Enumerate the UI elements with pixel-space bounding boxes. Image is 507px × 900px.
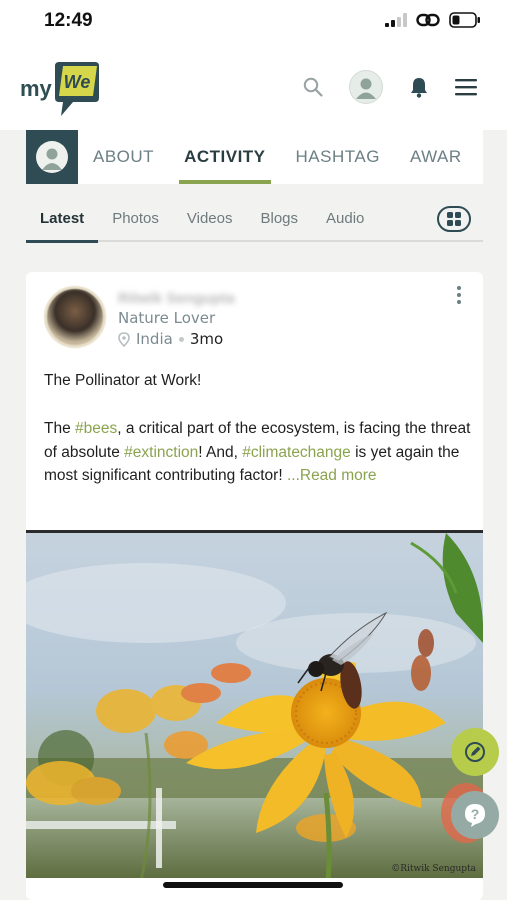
- post-author-name[interactable]: Ritwik Sengupta: [118, 290, 235, 307]
- tab-awards[interactable]: AWAR: [395, 130, 477, 184]
- tab-activity[interactable]: ACTIVITY: [169, 130, 280, 184]
- edit-icon: [465, 742, 485, 762]
- post-photo[interactable]: ©Ritwik Sengupta: [26, 530, 483, 878]
- hamburger-menu-icon[interactable]: [455, 78, 477, 96]
- read-more-link[interactable]: ...Read more: [287, 467, 377, 484]
- hashtag-extinction[interactable]: #extinction: [124, 444, 198, 461]
- hashtag-climatechange[interactable]: #climatechange: [242, 444, 351, 461]
- content-filter-tabs: Latest Photos Videos Blogs Audio: [26, 195, 483, 243]
- meta-separator: [178, 336, 184, 342]
- profile-avatar[interactable]: [26, 130, 78, 184]
- home-indicator: [163, 882, 343, 888]
- post-body: The #bees, a critical part of the ecosys…: [44, 417, 474, 488]
- header-actions: [277, 70, 477, 104]
- subtab-latest[interactable]: Latest: [26, 195, 99, 243]
- grid-icon[interactable]: [437, 206, 471, 232]
- battery-icon: [449, 12, 480, 28]
- status-time: 12:49: [44, 10, 93, 31]
- profile-tab-bar: ABOUT ACTIVITY HASHTAG AWAR: [26, 130, 483, 184]
- profile-avatar-icon: [36, 141, 68, 173]
- tab-about[interactable]: ABOUT: [78, 130, 169, 184]
- post-location: India: [136, 330, 173, 348]
- status-bar: 12:49: [0, 0, 507, 46]
- user-avatar-icon[interactable]: [349, 70, 383, 104]
- app-header: my We: [0, 46, 507, 130]
- subtab-photos[interactable]: Photos: [98, 195, 173, 241]
- hashtag-bees[interactable]: #bees: [75, 420, 117, 437]
- post-card: Ritwik Sengupta Nature Lover India 3mo T…: [26, 272, 483, 900]
- post-meta: India 3mo: [118, 330, 223, 348]
- subtab-blogs[interactable]: Blogs: [246, 195, 312, 241]
- bell-icon[interactable]: [409, 76, 429, 98]
- tab-hashtag[interactable]: HASHTAG: [281, 130, 395, 184]
- search-icon[interactable]: [303, 77, 323, 97]
- signal-icon: [385, 13, 407, 27]
- help-icon: ?: [465, 804, 485, 827]
- logo-we-text: We: [63, 72, 90, 92]
- svg-text:?: ?: [471, 806, 480, 822]
- logo-we-badge: We: [54, 62, 99, 116]
- status-icons: [385, 12, 481, 28]
- post-age: 3mo: [189, 330, 224, 348]
- subtab-videos[interactable]: Videos: [173, 195, 247, 241]
- post-body-text: The: [44, 420, 76, 437]
- link-icon: [416, 13, 440, 27]
- post-body-text: ! And,: [198, 443, 243, 461]
- image-credit: ©Ritwik Sengupta: [391, 864, 476, 874]
- more-vertical-icon[interactable]: [457, 286, 461, 304]
- edit-fab[interactable]: [451, 728, 499, 776]
- location-pin-icon: [118, 331, 130, 347]
- help-fab[interactable]: ?: [451, 791, 499, 839]
- post-author-tagline: Nature Lover: [118, 309, 216, 327]
- post-author-avatar[interactable]: [44, 286, 106, 348]
- post-title: The Pollinator at Work!: [44, 372, 202, 389]
- logo-my-text: my: [20, 76, 52, 101]
- app-logo[interactable]: my We: [20, 60, 101, 118]
- subtab-audio[interactable]: Audio: [312, 195, 378, 241]
